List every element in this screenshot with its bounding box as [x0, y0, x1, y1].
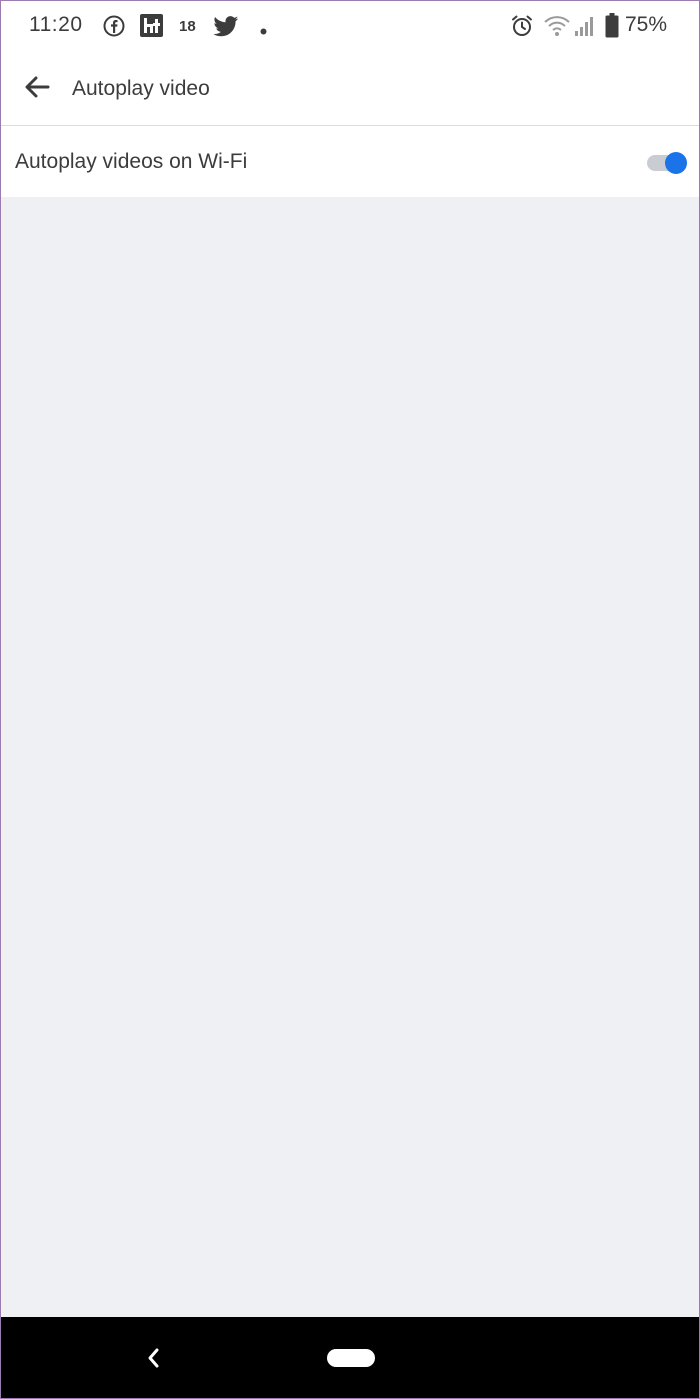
- status-bar: 11:20 18 75%: [1, 1, 699, 53]
- nav-home-button[interactable]: [327, 1349, 375, 1367]
- alarm-icon: [510, 14, 534, 43]
- battery-icon: [605, 13, 619, 43]
- facebook-icon: [103, 15, 125, 42]
- phone-screen: 11:20 18 75% Autoplay video Autoplay vid…: [0, 0, 700, 1399]
- ht-app-icon: [140, 14, 163, 42]
- page-title: Autoplay video: [72, 77, 210, 100]
- nav-back-button[interactable]: [141, 1343, 167, 1373]
- notification-count: 18: [179, 18, 196, 35]
- twitter-icon: [213, 16, 239, 42]
- autoplay-wifi-setting-row[interactable]: Autoplay videos on Wi-Fi: [1, 126, 699, 197]
- app-bar: Autoplay video: [1, 53, 699, 126]
- status-time: 11:20: [29, 13, 83, 36]
- content-area: [1, 197, 699, 1317]
- nav-back-icon: [141, 1348, 167, 1377]
- autoplay-wifi-label: Autoplay videos on Wi-Fi: [15, 150, 248, 173]
- signal-icon: [574, 15, 594, 42]
- arrow-back-icon: [24, 76, 50, 103]
- battery-percent: 75%: [625, 13, 668, 36]
- more-dot-icon: [260, 22, 267, 40]
- system-nav-bar: [1, 1317, 699, 1398]
- autoplay-wifi-toggle[interactable]: [647, 152, 687, 174]
- toggle-thumb: [665, 152, 687, 174]
- wifi-icon: [544, 15, 570, 42]
- back-button[interactable]: [15, 69, 59, 109]
